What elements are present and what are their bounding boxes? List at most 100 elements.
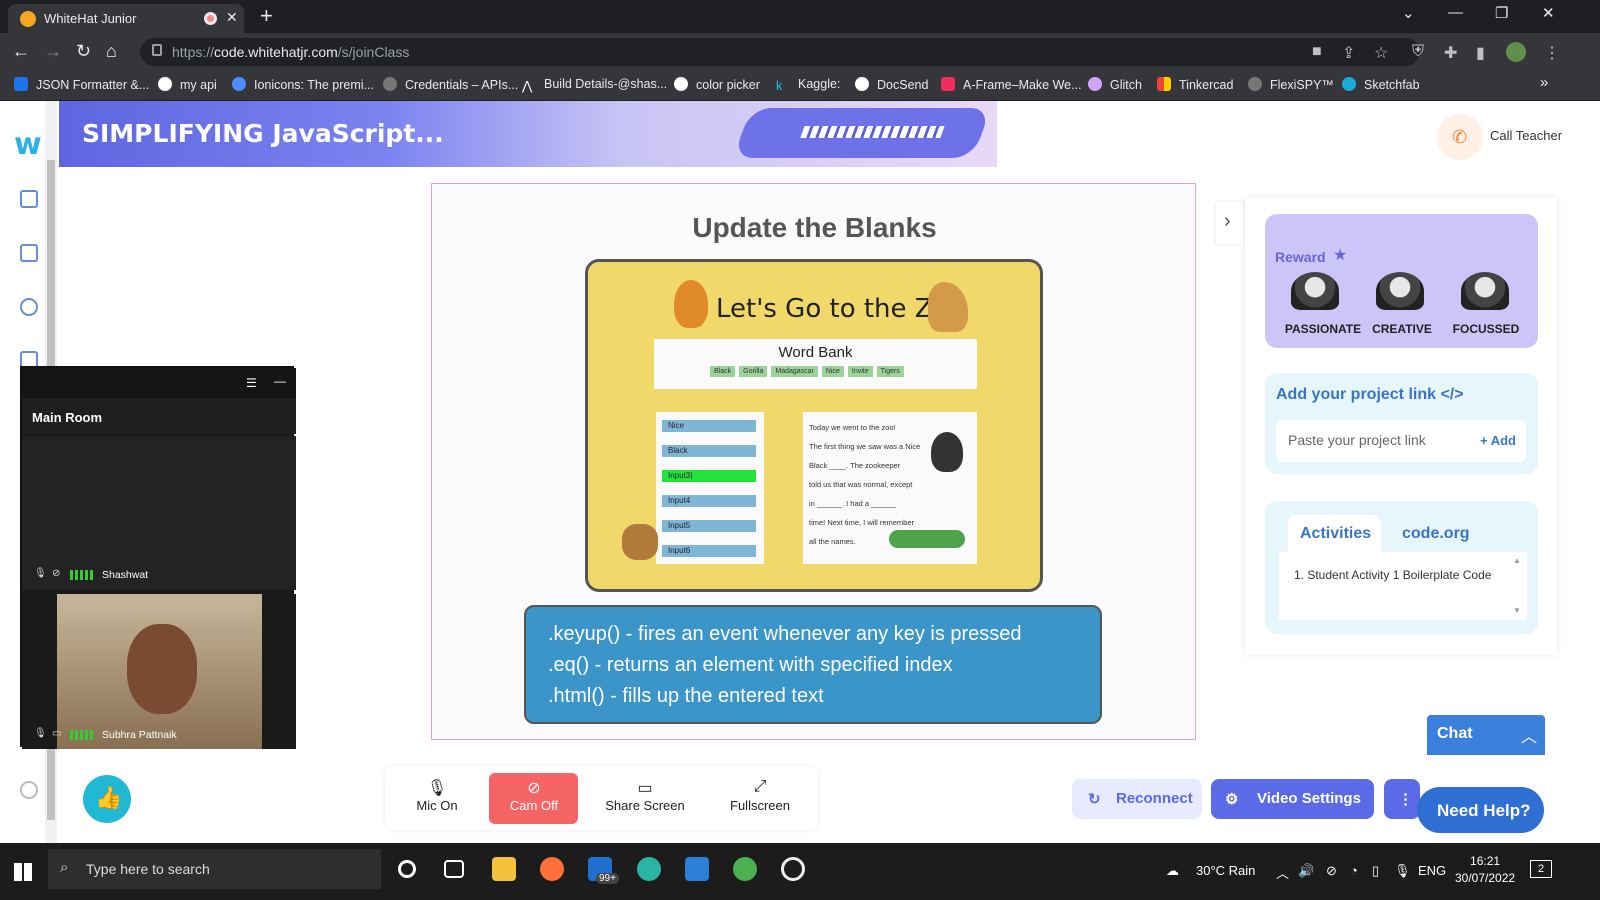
share-icon[interactable]: ⇪ [1342, 43, 1355, 63]
bookmark-item[interactable]: Tinkercad [1157, 77, 1233, 92]
method-line: .keyup() - fires an event whenever any k… [548, 623, 1022, 645]
mic-button[interactable]: 🎙 Mic On [409, 778, 465, 813]
window-close-icon[interactable]: ✕ [1542, 4, 1555, 22]
add-link-button[interactable]: + Add [1480, 433, 1516, 448]
tab-code-org[interactable]: code.org [1402, 525, 1470, 543]
file-explorer-icon[interactable] [492, 857, 516, 881]
browser-tab[interactable]: WhiteHat Junior ✕ [8, 4, 244, 33]
keyboard-illustration [732, 108, 992, 158]
room-header: Main Room [22, 398, 296, 434]
bookmarks-overflow-icon[interactable]: » [1540, 74, 1548, 91]
more-options-button[interactable]: ⋮ [1384, 779, 1420, 819]
video-tile: 🎙 ⊘ Shashwat [22, 436, 296, 590]
browser-toolbar: ← → ↻ ⌂ https://code.whitehatjr.com/s/jo… [0, 33, 1600, 71]
minimize-icon[interactable]: — [1448, 4, 1463, 21]
bookmark-item[interactable]: JSON Formatter &... [14, 77, 149, 92]
schedule-icon[interactable] [20, 190, 38, 208]
bookmark-item[interactable]: my api [158, 77, 217, 92]
extensions-icon[interactable]: ✚ [1444, 43, 1457, 63]
search-icon: ⌕ [60, 859, 69, 876]
bookmark-item[interactable]: color picker [674, 77, 760, 92]
camera-icon[interactable]: ■ [1312, 43, 1322, 61]
reward-label: Reward [1275, 249, 1326, 265]
bookmark-item[interactable]: Glitch [1088, 77, 1142, 92]
home-icon[interactable]: ⌂ [106, 41, 117, 62]
methods-box: .keyup() - fires an event whenever any k… [524, 605, 1102, 724]
minimize-panel-icon[interactable]: — [274, 374, 286, 388]
side-panel-icon[interactable]: ▮ [1476, 43, 1485, 63]
fullscreen-button[interactable]: ⤢ Fullscreen [723, 778, 797, 813]
bookmark-star-icon[interactable]: ☆ [1374, 43, 1388, 63]
camera-tray-icon[interactable]: ⊘ [1326, 863, 1337, 879]
layout-icon[interactable]: ☰ [246, 376, 257, 390]
activity-icon[interactable] [20, 298, 38, 316]
room-name: Main Room [32, 410, 103, 425]
reload-icon[interactable]: ↻ [76, 41, 91, 62]
thumbs-up-button[interactable]: 👍 [83, 775, 131, 823]
taskbar-search[interactable]: ⌕ Type here to search [48, 849, 381, 889]
bookmark-item[interactable]: Credentials – APIs... [383, 77, 518, 92]
tab-activities[interactable]: Activities [1288, 515, 1381, 553]
share-screen-button[interactable]: ▭ Share Screen [605, 778, 685, 813]
activity-item[interactable]: 1. Student Activity 1 Boilerplate Code [1294, 566, 1509, 585]
book-icon[interactable] [20, 244, 38, 262]
chrome-icon[interactable] [733, 857, 757, 881]
bookmark-item[interactable]: k Kaggle: [776, 77, 840, 93]
address-bar[interactable]: https://code.whitehatjr.com/s/joinClass [140, 38, 1420, 66]
bookmark-item[interactable]: ⋀ Build Details-@shas... [522, 77, 667, 93]
bookmark-item[interactable]: Sketchfab [1342, 77, 1420, 92]
bookmark-item[interactable]: DocSend [855, 77, 928, 92]
notifications-icon[interactable]: 2 [1530, 860, 1552, 878]
shield-extension-icon[interactable]: ⛨ [1412, 43, 1424, 61]
reconnect-button[interactable]: ↻ Reconnect [1072, 779, 1202, 819]
reward-name: FOCUSSED [1452, 322, 1520, 336]
new-tab-button[interactable]: + [260, 3, 273, 29]
star-icon: ★ [1333, 247, 1348, 264]
bookmark-item[interactable]: Ionicons: The premi... [232, 77, 374, 92]
bookmark-item[interactable]: FlexiSPY™ [1248, 77, 1334, 92]
edge-icon[interactable] [637, 857, 661, 881]
forward-icon[interactable]: → [44, 41, 62, 62]
call-teacher-label[interactable]: Call Teacher [1490, 128, 1562, 143]
menu-kebab-icon[interactable]: ⋮ [1544, 43, 1560, 63]
volume-icon[interactable]: 🔊 [1298, 863, 1314, 879]
cortana-icon[interactable] [398, 860, 416, 878]
weather-text[interactable]: 30°C Rain [1196, 863, 1255, 878]
cam-button[interactable]: ⊘ Cam Off [499, 778, 569, 813]
close-tab-icon[interactable]: ✕ [226, 9, 238, 26]
mic-tray-icon[interactable]: 🎙 [1394, 863, 1411, 879]
maximize-icon[interactable]: ❐ [1495, 4, 1508, 22]
video-settings-button[interactable]: ⚙ Video Settings [1211, 779, 1374, 819]
participant-video [57, 594, 262, 749]
firefox-icon[interactable] [540, 857, 564, 881]
need-help-button[interactable]: Need Help? [1417, 787, 1544, 833]
call-teacher-button[interactable]: ✆ [1437, 114, 1483, 160]
scroll-up-icon[interactable]: ▲ [1513, 556, 1521, 565]
profile-avatar[interactable] [1506, 42, 1526, 62]
focussed-badge-icon [1461, 272, 1509, 310]
search-placeholder: Type here to search [86, 861, 210, 877]
language-indicator[interactable]: ENG [1418, 863, 1446, 878]
mail-badge: 99+ [596, 873, 619, 884]
obs-icon[interactable] [781, 857, 805, 881]
cam-off-icon: ⊘ [527, 780, 541, 797]
tray-chevron-icon[interactable]: ︿ [1276, 863, 1289, 882]
tab-search-icon[interactable]: ⌄ [1402, 4, 1415, 22]
collapse-panel-button[interactable]: › [1216, 202, 1244, 244]
passionate-badge-icon [1291, 272, 1339, 310]
bookmark-item[interactable]: A-Frame–Make We... [941, 77, 1082, 92]
back-icon[interactable]: ← [12, 41, 30, 62]
activities-card: Activities code.org 1. Student Activity … [1265, 501, 1538, 634]
task-view-icon[interactable] [444, 860, 464, 878]
profile-icon[interactable] [20, 781, 38, 799]
vscode-icon[interactable] [685, 857, 709, 881]
wifi-icon[interactable]: ◔ [1350, 863, 1358, 878]
project-link-input[interactable]: Paste your project link + Add [1276, 420, 1526, 462]
word-chip: Nice [821, 366, 844, 377]
clock[interactable]: 16:21 30/07/2022 [1455, 853, 1515, 887]
chat-toggle[interactable]: Chat ︿ [1427, 715, 1545, 755]
windows-start-icon[interactable] [14, 863, 32, 881]
scroll-down-icon[interactable]: ▼ [1513, 606, 1521, 615]
battery-icon[interactable]: ▯ [1372, 863, 1379, 879]
chevron-up-icon: ︿ [1521, 729, 1538, 746]
